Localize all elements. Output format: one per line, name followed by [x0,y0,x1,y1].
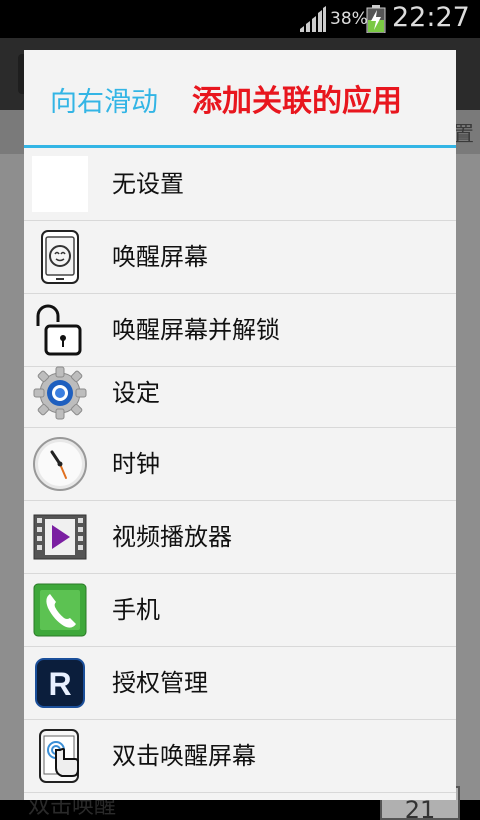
status-bar: 38% 22:27 [0,0,480,38]
app-list: 无设置 唤醒屏幕 唤醒屏幕并解锁 设定 时钟 视频播放器 手机 R 授权管理 双… [24,148,456,793]
phone-wake-icon [41,230,79,284]
blank-icon [32,156,88,212]
signal-icon [300,6,326,32]
list-item-permission-manager[interactable]: R 授权管理 [24,647,456,720]
battery-percent: 38% [330,9,368,29]
list-item-label: 唤醒屏幕 [112,243,208,271]
double-tap-icon [39,729,79,783]
list-item-wake-screen[interactable]: 唤醒屏幕 [24,221,456,294]
list-item-label: 双击唤醒屏幕 [112,742,256,770]
phone-handset-icon [33,583,87,637]
settings-gear-icon [33,366,87,420]
r-logo-icon: R [35,658,85,708]
list-item-double-tap-wake[interactable]: 双击唤醒屏幕 [24,720,456,793]
list-item-settings[interactable]: 设定 [24,366,456,428]
padlock-open-icon [36,304,82,356]
video-player-icon [33,514,87,560]
app-picker-dialog: 向右滑动 添加关联的应用 无设置 唤醒屏幕 唤醒屏幕并解锁 设定 时钟 视频播放… [24,50,456,800]
list-item-label: 无设置 [112,170,184,198]
list-item-label: 视频播放器 [112,523,232,551]
list-item-none[interactable]: 无设置 [24,148,456,221]
dialog-header: 向右滑动 添加关联的应用 [24,50,456,146]
list-item-label: 授权管理 [112,669,208,697]
background-tab-text: 置 [453,122,474,146]
list-item-label: 设定 [112,379,160,407]
list-item-label: 唤醒屏幕并解锁 [112,316,280,344]
battery-charging-icon [366,5,386,33]
clock-icon [33,437,87,491]
list-item-phone[interactable]: 手机 [24,574,456,647]
list-item-clock[interactable]: 时钟 [24,428,456,501]
list-item-label: 时钟 [112,450,160,478]
svg-text:R: R [48,666,71,702]
list-item-video-player[interactable]: 视频播放器 [24,501,456,574]
list-item-label: 手机 [112,596,160,624]
list-item-wake-unlock[interactable]: 唤醒屏幕并解锁 [24,294,456,367]
clock-time: 22:27 [392,2,470,33]
dialog-title: 向右滑动 [50,87,158,118]
dialog-title-highlight: 添加关联的应用 [192,84,402,119]
